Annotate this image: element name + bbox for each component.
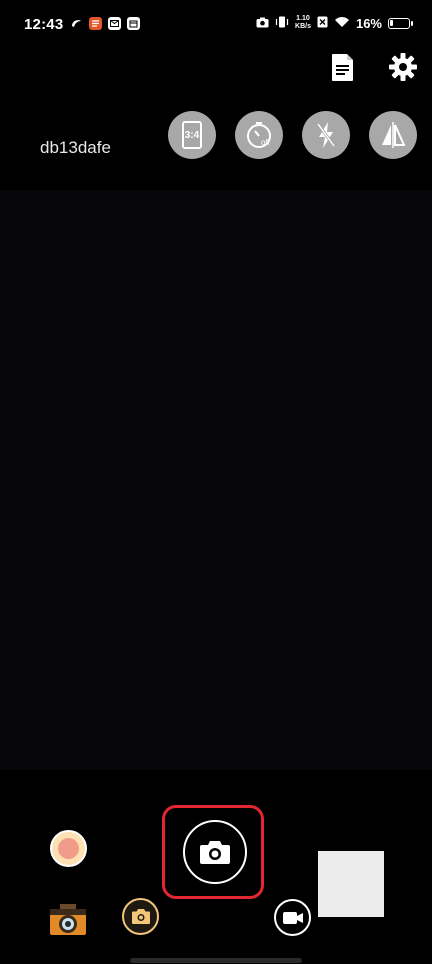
mirror-flip-icon bbox=[382, 122, 406, 148]
flash-off-icon bbox=[316, 122, 336, 148]
retro-camera-icon[interactable] bbox=[48, 902, 88, 938]
net-speed: 1.10 KB/s bbox=[295, 15, 311, 31]
vibrate-icon bbox=[275, 16, 289, 31]
mail-icon bbox=[108, 17, 121, 30]
camera-screen: 12:43 1.10 KB/s 16% db13dafe 3:4 off bbox=[0, 0, 432, 964]
net-speed-value: 1.10 bbox=[296, 15, 310, 22]
video-mode-icon bbox=[282, 911, 303, 924]
photo-mode-button[interactable] bbox=[122, 898, 159, 935]
last-photo-thumbnail[interactable] bbox=[318, 851, 384, 917]
timer-label: off bbox=[261, 138, 270, 147]
tasks-icon bbox=[89, 17, 102, 30]
filter-icon bbox=[58, 838, 79, 859]
device-label: db13dafe bbox=[40, 138, 111, 157]
aspect-ratio-button[interactable]: 3:4 bbox=[168, 111, 216, 159]
gear-icon[interactable] bbox=[386, 50, 420, 84]
battery-percent: 16% bbox=[355, 15, 382, 31]
wifi-icon bbox=[334, 16, 350, 31]
home-indicator[interactable] bbox=[130, 958, 302, 963]
filter-button[interactable] bbox=[50, 830, 87, 867]
timer-button[interactable]: off bbox=[235, 111, 283, 159]
video-mode-button[interactable] bbox=[274, 899, 311, 936]
aspect-ratio-label: 3:4 bbox=[184, 129, 200, 141]
status-bar: 12:43 1.10 KB/s 16% bbox=[0, 0, 432, 50]
battery-nub bbox=[411, 20, 413, 26]
camera-shutter-icon bbox=[200, 841, 230, 864]
status-left-icons bbox=[70, 17, 140, 30]
photo-mode-icon bbox=[131, 909, 150, 924]
calendar-icon bbox=[127, 17, 140, 30]
battery-icon bbox=[388, 17, 413, 29]
battery-fill bbox=[390, 19, 393, 26]
flash-button[interactable] bbox=[302, 111, 350, 159]
close-box-icon bbox=[317, 16, 328, 31]
camera-viewfinder[interactable] bbox=[0, 190, 432, 770]
mirror-button[interactable] bbox=[369, 111, 417, 159]
shutter-button[interactable] bbox=[183, 820, 247, 884]
swirl-icon bbox=[70, 17, 83, 30]
camera-icon bbox=[256, 16, 269, 31]
status-time: 12:43 bbox=[24, 16, 64, 33]
document-icon[interactable] bbox=[326, 50, 360, 84]
status-right: 1.10 KB/s 16% bbox=[256, 15, 413, 31]
net-speed-unit: KB/s bbox=[295, 23, 311, 30]
